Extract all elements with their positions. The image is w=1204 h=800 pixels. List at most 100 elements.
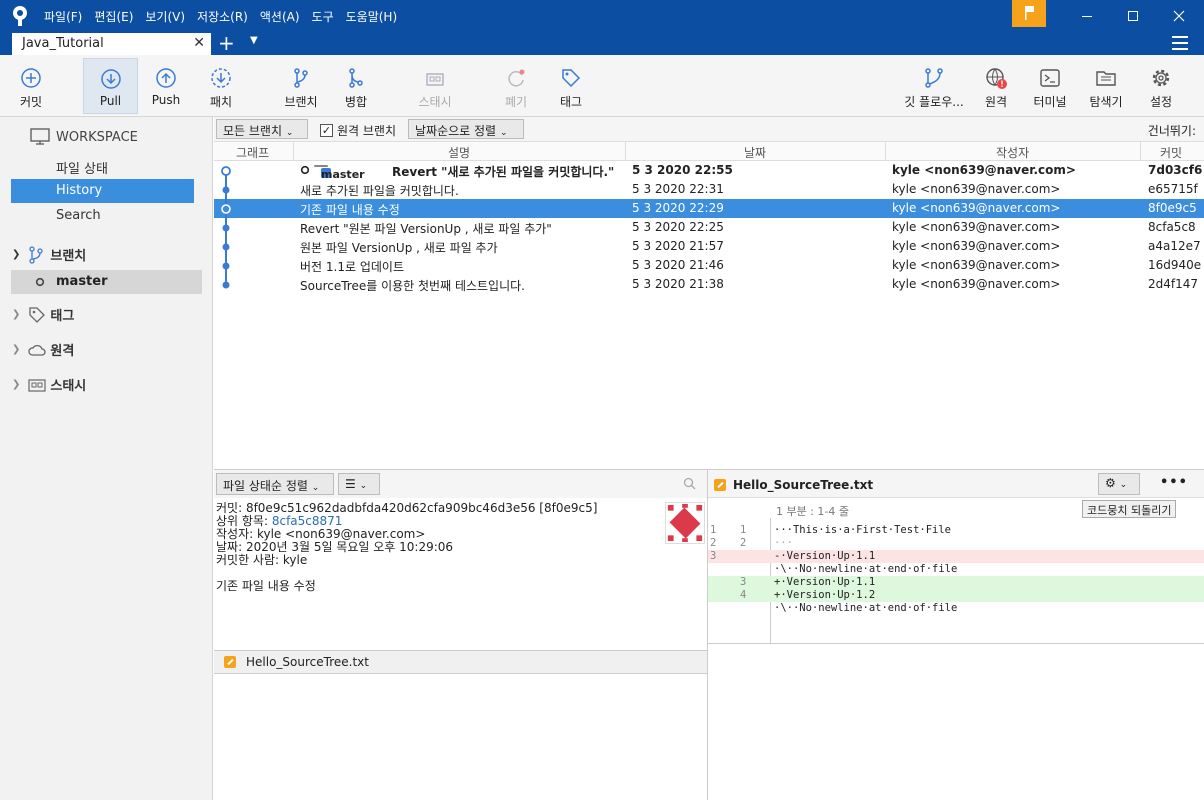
diff-line: ·\··No·newline·at·end·of·file: [774, 602, 958, 614]
sort-dropdown[interactable]: 날짜순으로 정렬 ⌄: [408, 119, 524, 139]
diff-line: 1 1 ···This·is·a·First·Test·File: [710, 524, 952, 536]
pull-button[interactable]: Pull: [83, 58, 138, 114]
globe-icon: [986, 68, 1007, 89]
col-commit[interactable]: 커밋: [1160, 144, 1182, 161]
sidebar-section-branches[interactable]: ❯ 브랜치: [12, 245, 86, 264]
branch-filter-dropdown[interactable]: 모든 브랜치 ⌄: [216, 119, 308, 139]
fetch-button[interactable]: 패치: [202, 58, 240, 114]
discard-button[interactable]: 폐기: [500, 58, 532, 114]
maximize-button[interactable]: [1110, 0, 1156, 32]
diff-line: ·\··No·newline·at·end·of·file: [774, 563, 958, 575]
checkbox-icon: ✓: [320, 124, 333, 137]
tag-icon: [562, 69, 581, 88]
diff-line-removed: 3 -·Version·Up·1.1: [708, 550, 1204, 563]
tab-list-dropdown[interactable]: ▼: [250, 35, 258, 46]
search-icon[interactable]: [683, 477, 696, 490]
merge-label: 병합: [344, 95, 368, 109]
sidebar: WORKSPACE 파일 상태 History Search ❯ 브랜치 mas…: [0, 117, 213, 800]
history-filter-bar: 모든 브랜치 ⌄ ✓ 원격 브랜치 날짜순으로 정렬 ⌄ 건너뛰기:: [214, 117, 1204, 142]
tab-close-icon[interactable]: ✕: [193, 35, 205, 51]
col-description[interactable]: 설명: [448, 144, 470, 161]
sidebar-item-master[interactable]: master: [11, 270, 202, 294]
close-window-button[interactable]: [1156, 0, 1202, 32]
terminal-label: 터미널: [1033, 95, 1067, 109]
sidebar-item-file-status[interactable]: 파일 상태: [56, 158, 108, 177]
table-row[interactable]: 원본 파일 VersionUp , 새로 파일 추가 5 3 2020 21:5…: [214, 237, 1204, 256]
stashes-label: 스태시: [50, 379, 87, 394]
remote-button[interactable]: 원격: [980, 58, 1012, 114]
close-icon: [1173, 10, 1185, 22]
new-tab-button[interactable]: +: [218, 32, 235, 54]
discard-label: 폐기: [504, 95, 528, 109]
settings-button[interactable]: 설정: [1144, 58, 1178, 114]
view-mode-dropdown[interactable]: ☰ ⌄: [338, 473, 380, 495]
commit-description: 버전 1.1로 업데이트: [300, 260, 404, 274]
commit-description: 새로 추가된 파일을 커밋합니다.: [300, 184, 459, 198]
table-row[interactable]: SourceTree를 이용한 첫번째 테스트입니다. 5 3 2020 21:…: [214, 275, 1204, 294]
menu-help[interactable]: 도움말(H): [346, 8, 398, 25]
col-graph[interactable]: 그래프: [236, 144, 269, 161]
tab-java-tutorial[interactable]: Java_Tutorial ✕: [12, 33, 211, 55]
commit-description: SourceTree를 이용한 첫번째 테스트입니다.: [300, 279, 525, 293]
table-row-selected[interactable]: 기존 파일 내용 수정 5 3 2020 22:29 kyle <non639@…: [214, 199, 1204, 218]
sidebar-section-tags[interactable]: ❯ 태그: [12, 305, 74, 324]
menu-view[interactable]: 보기(V): [145, 8, 185, 25]
sidebar-section-stashes[interactable]: ❯ 스태시: [12, 375, 86, 394]
changed-file-row[interactable]: Hello_SourceTree.txt: [214, 650, 708, 674]
remote-branch-checkbox[interactable]: ✓ 원격 브랜치: [320, 122, 396, 139]
fetch-label: 패치: [209, 95, 233, 109]
commit-description: Revert "새로 추가된 파일을 커밋합니다.": [392, 165, 615, 179]
git-flow-icon: [925, 68, 943, 88]
branch-dot-icon: [35, 277, 45, 287]
push-button[interactable]: Push: [146, 58, 186, 114]
sidebar-item-search[interactable]: Search: [56, 208, 101, 223]
pull-label: Pull: [99, 94, 122, 108]
commit-date: 5 3 2020 22:29: [632, 201, 724, 215]
menu-file[interactable]: 파일(F): [44, 8, 82, 25]
chevron-down-icon: ⌄: [311, 483, 320, 493]
hamburger-menu-icon[interactable]: [1172, 36, 1188, 50]
terminal-button[interactable]: 터미널: [1030, 58, 1070, 114]
table-row[interactable]: 새로 추가된 파일을 커밋합니다. 5 3 2020 22:31 kyle <n…: [214, 180, 1204, 199]
chevron-down-icon: ❯: [12, 249, 21, 260]
tab-bar: Java_Tutorial ✕ + ▼: [0, 32, 1204, 55]
minimize-button[interactable]: [1064, 0, 1110, 32]
fetch-icon: [211, 68, 231, 88]
branch-button[interactable]: 브랜치: [280, 58, 322, 114]
gear-icon: ⚙: [1105, 476, 1116, 490]
table-row[interactable]: Revert "원본 파일 VersionUp , 새로 파일 추가" 5 3 …: [214, 218, 1204, 237]
menu-actions[interactable]: 액션(A): [260, 8, 300, 25]
merge-button[interactable]: 병합: [338, 58, 374, 114]
revert-hunk-button[interactable]: 코드뭉치 되돌리기: [1082, 500, 1177, 518]
diff-options-dropdown[interactable]: ⚙ ⌄: [1098, 473, 1140, 495]
col-author[interactable]: 작성자: [996, 144, 1029, 161]
explorer-button[interactable]: 탐색기: [1086, 58, 1126, 114]
menu-edit[interactable]: 편집(E): [94, 8, 133, 25]
table-row[interactable]: master Revert "새로 추가된 파일을 커밋합니다." 5 3 20…: [214, 161, 1204, 181]
tag-icon: [29, 306, 46, 323]
menu-repository[interactable]: 저장소(R): [197, 8, 248, 25]
col-date[interactable]: 날짜: [744, 144, 766, 161]
commit-description: 원본 파일 VersionUp , 새로 파일 추가: [300, 241, 498, 255]
commit-hash: 7d03cf6: [1148, 163, 1203, 177]
table-row[interactable]: 버전 1.1로 업데이트 5 3 2020 21:46 kyle <non639…: [214, 256, 1204, 275]
git-flow-button[interactable]: 깃 플로우...: [898, 58, 970, 114]
notification-flag-button[interactable]: [1012, 0, 1046, 27]
tag-label: 태그: [559, 95, 583, 109]
git-flow-label: 깃 플로우...: [904, 95, 964, 109]
commit-list-header: 그래프 설명 날짜 작성자 커밋: [214, 142, 1204, 161]
file-sort-dropdown[interactable]: 파일 상태순 정렬 ⌄: [216, 473, 334, 495]
sidebar-item-history-label: History: [56, 183, 103, 198]
sidebar-item-history[interactable]: [11, 179, 194, 203]
stash-button[interactable]: 스태시: [412, 58, 458, 114]
menu-tools[interactable]: 도구: [312, 8, 334, 25]
commit-button[interactable]: 커밋: [12, 58, 50, 114]
stash-label: 스태시: [418, 95, 452, 109]
parent-hash-link[interactable]: 8cfa5c8871: [272, 514, 343, 528]
more-options-icon[interactable]: •••: [1160, 475, 1188, 490]
sidebar-section-remotes[interactable]: ❯ 원격: [12, 340, 74, 359]
diff-toolbar: Hello_SourceTree.txt ⚙ ⌄ •••: [708, 470, 1204, 498]
commit-author: kyle <non639@naver.com>: [892, 201, 1061, 215]
branches-label: 브랜치: [50, 249, 87, 264]
tag-button[interactable]: 태그: [555, 58, 587, 114]
